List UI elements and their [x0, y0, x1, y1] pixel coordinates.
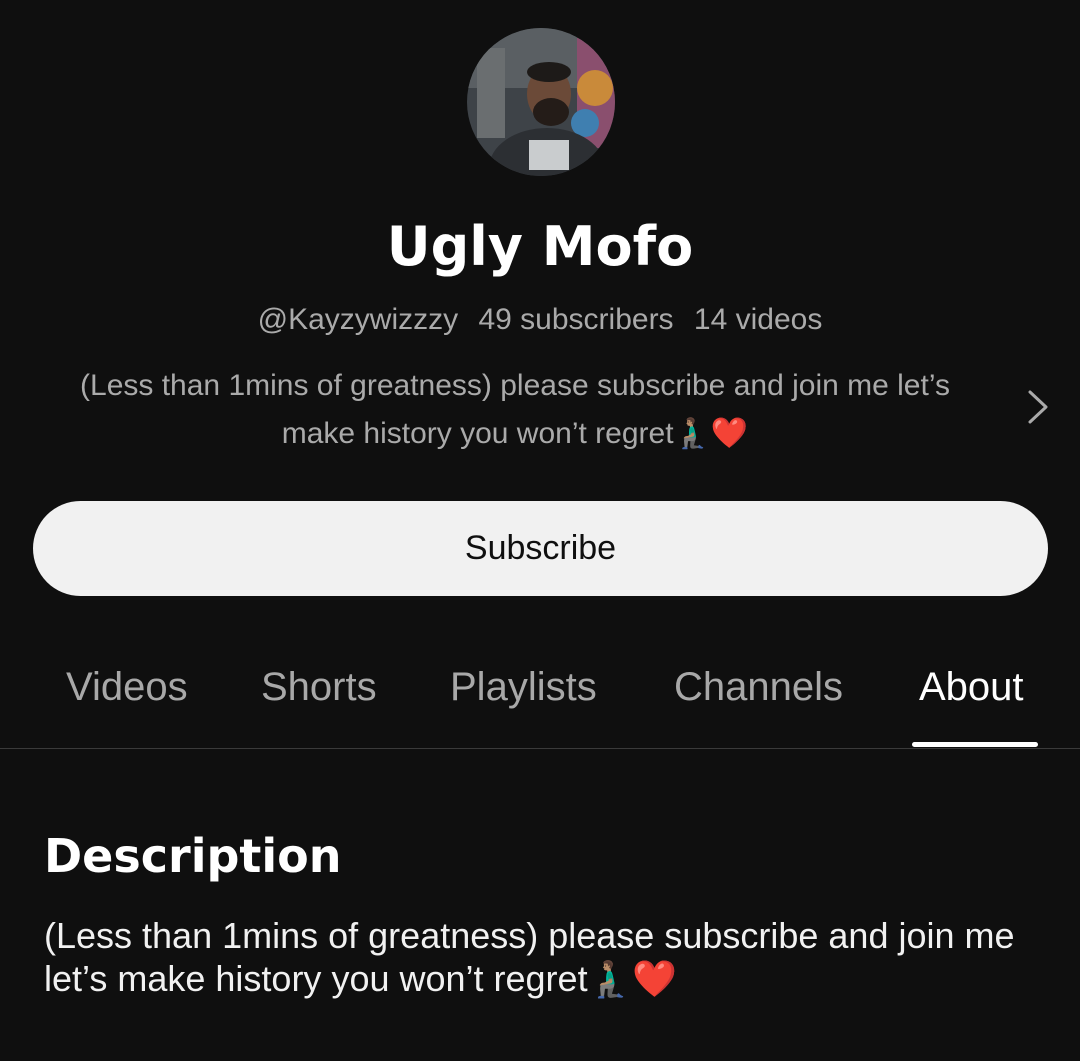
chevron-right-icon[interactable]	[1022, 386, 1052, 428]
tab-about[interactable]: About	[919, 660, 1024, 714]
video-count: 14 videos	[693, 303, 823, 336]
channel-avatar[interactable]	[467, 28, 615, 176]
subscriber-count: 49 subscribers	[478, 303, 674, 336]
tab-videos[interactable]: Videos	[66, 660, 188, 714]
tab-channels[interactable]: Channels	[674, 660, 843, 714]
channel-name: Ugly Mofo	[386, 215, 694, 278]
active-tab-indicator	[912, 742, 1038, 747]
channel-handle: @Kayzywizzzy	[257, 303, 459, 336]
channel-description-preview[interactable]: (Less than 1mins of greatness) please su…	[40, 362, 990, 458]
description-text: (Less than 1mins of greatness) please su…	[44, 915, 1015, 999]
subscribe-button[interactable]: Subscribe	[33, 501, 1048, 596]
channel-tabs: Videos Shorts Playlists Channels About	[0, 640, 1080, 749]
channel-meta: @Kayzywizzzy 49 subscribers 14 videos	[0, 300, 1080, 340]
description-heading: Description	[44, 829, 342, 883]
tab-shorts[interactable]: Shorts	[261, 660, 377, 714]
tab-playlists[interactable]: Playlists	[450, 660, 597, 714]
avatar-image	[467, 28, 615, 176]
